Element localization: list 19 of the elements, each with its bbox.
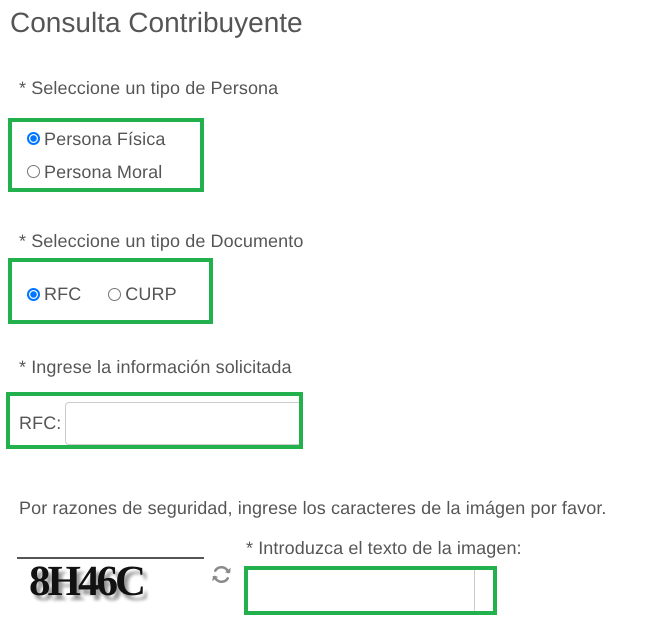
captcha-image: 8H46C — [17, 557, 204, 603]
section-label: * Seleccione un tipo de Documento — [19, 230, 304, 252]
radio-button[interactable] — [27, 288, 40, 300]
radio-label[interactable]: RFC — [44, 283, 82, 305]
field-label: * Introduzca el texto de la imagen: — [246, 537, 522, 559]
captcha-input[interactable] — [244, 566, 497, 615]
radio-label[interactable]: CURP — [125, 283, 177, 305]
field-label: RFC: — [19, 413, 62, 434]
refresh-icon[interactable] — [210, 563, 233, 586]
radio-button[interactable] — [27, 132, 40, 145]
page-title: Consulta Contribuyente — [10, 7, 303, 38]
instructions-text: Por razones de seguridad, ingrese los caracteres de la imágen por favor. — [19, 497, 607, 519]
radio-label[interactable]: Persona Moral — [44, 160, 162, 182]
radio-label[interactable]: Persona Física — [44, 128, 166, 150]
radio-button[interactable] — [108, 288, 122, 300]
rfc-input[interactable] — [65, 402, 299, 445]
section-label: * Ingrese la información solicitada — [19, 356, 292, 378]
section-label: * Seleccione un tipo de Persona — [19, 77, 278, 99]
radio-button[interactable] — [27, 165, 40, 178]
